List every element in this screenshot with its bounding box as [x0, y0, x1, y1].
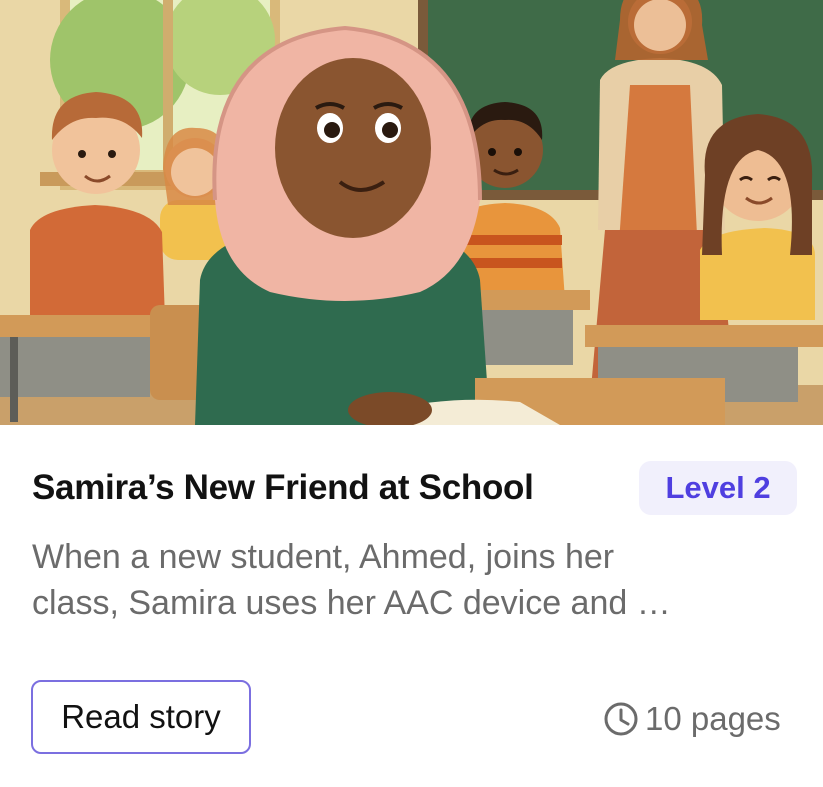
story-description: When a new student, Ahmed, joins her cla…	[32, 534, 792, 626]
story-cover-illustration	[0, 0, 823, 425]
read-story-button[interactable]: Read story	[31, 680, 251, 754]
clock-icon	[603, 701, 639, 737]
level-badge: Level 2	[639, 461, 797, 515]
description-line: class, Samira uses her AAC device and …	[32, 584, 671, 622]
page-count-label: 10 pages	[645, 700, 781, 737]
page-count: 10 pages	[603, 697, 781, 741]
story-title: Samira’s New Friend at School	[32, 468, 534, 507]
description-line: When a new student, Ahmed, joins her	[32, 538, 615, 576]
story-card[interactable]: Samira’s New Friend at School Level 2 Wh…	[0, 0, 823, 787]
story-header: Samira’s New Friend at School Level 2	[32, 458, 800, 518]
